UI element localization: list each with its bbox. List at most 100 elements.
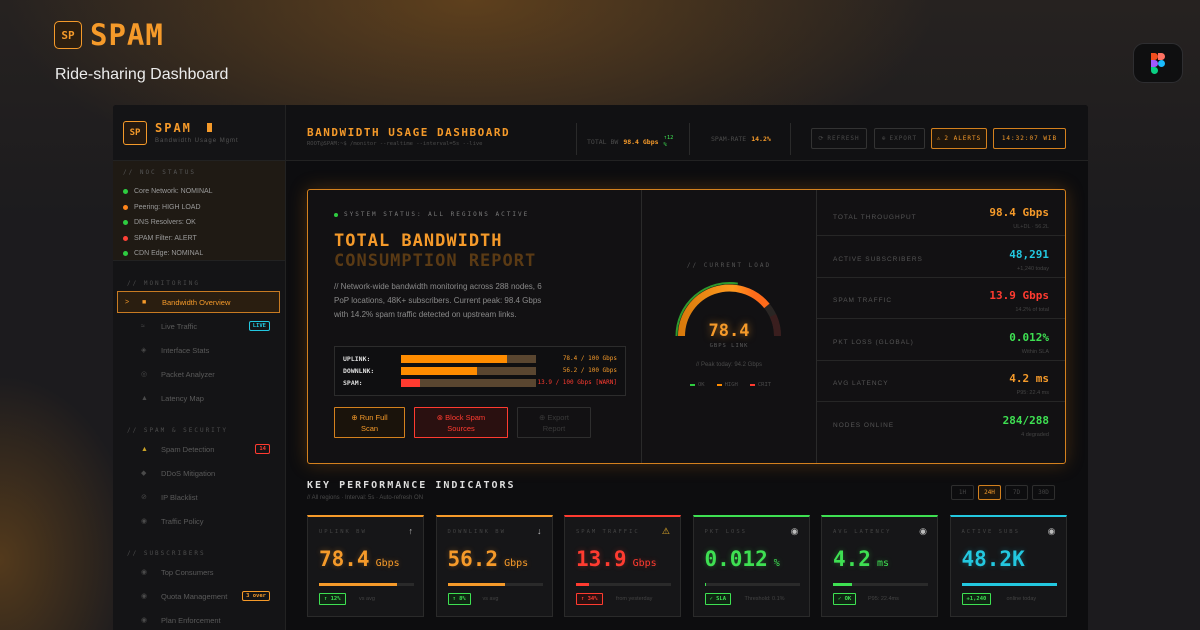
sidebar-item-ip-blacklist[interactable]: ⊘ IP Blacklist <box>117 486 280 508</box>
nav-section-subscribers: // SUBSCRIBERS <box>127 550 206 557</box>
metric-value: 13.9 Gbps <box>989 289 1049 302</box>
kpi-badge: ✓ SLA <box>704 593 732 605</box>
range-30d-button[interactable]: 30D <box>1032 485 1055 500</box>
kpi-badge: ↑ 12% <box>319 593 346 605</box>
kpi-value: 78.4 Gbps <box>319 547 400 571</box>
figma-icon[interactable] <box>1133 43 1183 83</box>
users-icon: ◉ <box>141 569 148 576</box>
metric-sub: UL+DL · 56.2L <box>1013 224 1049 230</box>
noc-item: SPAM Filter: ALERT <box>123 231 285 247</box>
sidebar-item-traffic-policy[interactable]: ◉ Traffic Policy <box>117 510 280 532</box>
metric-label: SPAM TRAFFIC <box>833 297 893 304</box>
page-title: BANDWIDTH USAGE DASHBOARD <box>307 126 511 139</box>
range-24h-button[interactable]: 24H <box>978 485 1001 500</box>
sidebar-item-bandwidth-overview[interactable]: > ■ Bandwidth Overview <box>117 291 280 313</box>
export-icon: ⊕ <box>881 135 887 142</box>
range-1h-button[interactable]: 1H <box>951 485 974 500</box>
metric-label: AVG LATENCY <box>833 380 889 387</box>
kpi-icon: ⚠ <box>661 526 670 536</box>
metric-sub: +1,240 today <box>1017 265 1049 272</box>
noc-item: Core Network: NOMINAL <box>123 184 285 200</box>
run-scan-button[interactable]: ⊕ Run Full Scan <box>334 407 405 438</box>
sidebar-item-live-traffic[interactable]: ≈ Live Traffic LIVE <box>117 315 280 337</box>
uplink-row: UPLINK: 78.4 / 100 Gbps <box>343 355 617 363</box>
bandwidth-bars: UPLINK: 78.4 / 100 Gbps DOWNLNK: 56.2 / 10… <box>334 346 626 396</box>
kpi-bar <box>576 583 671 586</box>
brand-logo: SP <box>54 21 82 49</box>
shield-icon: ◆ <box>141 470 147 477</box>
export-button[interactable]: ⊕ EXPORT <box>874 128 925 149</box>
metric-sub: P95: 22.4 ms <box>1016 390 1049 396</box>
sidebar-item-interface-stats[interactable]: ◈ Interface Stats <box>117 339 280 361</box>
sidebar-item-top-consumers[interactable]: ◉ Top Consumers <box>117 561 280 583</box>
metric-row: SPAM TRAFFIC 13.9 Gbps 14.2% of total <box>817 278 1065 319</box>
kpi-label: PKT LOSS <box>704 529 747 535</box>
metric-value: 98.4 Gbps <box>989 206 1049 219</box>
kpi-icon: ↑ <box>408 526 414 536</box>
kpi-icon: ◉ <box>1047 526 1056 536</box>
sidebar-item-plan-enforcement[interactable]: ◉ Plan Enforcement <box>117 609 280 630</box>
spam-count-badge: 14 <box>255 444 270 454</box>
kpi-bar <box>704 583 800 586</box>
grid-icon: ■ <box>142 298 147 306</box>
sidebar-item-spam-detection[interactable]: ▲ Spam Detection 14 <box>117 438 280 460</box>
kpi-badge: +1,240 <box>961 593 992 605</box>
sidebar-item-packet-analyzer[interactable]: ◎ Packet Analyzer <box>117 363 280 385</box>
dashboard-frame: SP SPAM Bandwidth Usage Mgmt // NOC STAT… <box>113 105 1088 630</box>
metric-label: NODES ONLINE <box>833 421 895 429</box>
gauge-value: 78.4 <box>708 321 750 341</box>
kpi-badge: ↑ 8% <box>447 593 471 605</box>
kpi-card: DOWNLINK BW ↓ 56.2 Gbps ↑ 8% vs avg <box>435 515 553 617</box>
kpi-note: vs avg <box>359 596 375 602</box>
sidebar-title: SPAM <box>155 121 239 135</box>
kpi-label: UPLINK BW <box>319 529 367 535</box>
kpi-card: SPAM TRAFFIC ⚠ 13.9 Gbps ↑ 34% from yesterday <box>564 515 681 617</box>
metrics-list: TOTAL THROUGHPUT 98.4 Gbps UL+DL · 56.2L AC… <box>817 190 1065 463</box>
brand-tagline: Ride-sharing Dashboard <box>55 66 229 83</box>
metric-label: TOTAL THROUGHPUT <box>833 214 917 221</box>
kpi-card: UPLINK BW ↑ 78.4 Gbps ↑ 12% vs avg <box>307 515 424 617</box>
downlink-row: DOWNLNK: 56.2 / 100 Gbps <box>343 367 617 375</box>
kpi-label: DOWNLINK BW <box>447 529 506 535</box>
block-spam-button[interactable]: ⊗ Block Spam Sources <box>414 407 508 438</box>
noc-item: DNS Resolvers: OK <box>123 215 285 231</box>
sidebar: SP SPAM Bandwidth Usage Mgmt // NOC STAT… <box>113 105 286 630</box>
spam-row: SPAM: 13.9 / 100 Gbps [WARN] <box>343 379 617 387</box>
metric-sub: 14.2% of total <box>1015 307 1049 313</box>
kpi-badge: ✓ OK <box>833 593 857 605</box>
kpi-value: 4.2 ms <box>833 547 889 571</box>
kpi-label: SPAM TRAFFIC <box>576 529 640 535</box>
gauge-peak: // Peak today: 94.2 Gbps <box>695 362 763 368</box>
kpi-value: 0.012% <box>704 547 780 571</box>
map-icon: ▲ <box>141 394 148 402</box>
kpi-subtitle: // All regions · Interval: 5s · Auto-ref… <box>307 495 424 501</box>
metric-value: 0.012% <box>1009 330 1049 344</box>
main-panel: BANDWIDTH USAGE DASHBOARD ROOT@SPAM:~$ /… <box>286 105 1088 630</box>
refresh-button[interactable]: ⟳ REFRESH <box>811 128 867 149</box>
metric-row: ACTIVE SUBSCRIBERS 48,291 +1,240 today <box>817 237 1065 278</box>
kpi-bar <box>447 583 543 586</box>
wave-icon: ≈ <box>141 322 145 330</box>
metric-value: 4.2 ms <box>1009 372 1049 385</box>
metric-label: ACTIVE SUBSCRIBERS <box>833 255 923 263</box>
system-status: SYSTEM STATUS: ALL REGIONS ACTIVE <box>334 211 529 218</box>
live-badge: LIVE <box>248 321 270 331</box>
sidebar-item-quota-management[interactable]: ◉ Quota Management 3 over <box>117 585 280 607</box>
alerts-button[interactable]: ⚠ 2 ALERTS <box>931 128 987 149</box>
kpi-note: Threshold: 0.1% <box>744 596 785 602</box>
export-report-button[interactable]: ⊕ Export Report <box>517 407 591 438</box>
kpi-value: 13.9 Gbps <box>576 547 657 571</box>
noc-item: CDN Edge: NOMINAL <box>123 246 285 262</box>
kpi-note: from yesterday <box>616 596 653 602</box>
current-load-panel: // CURRENT LOAD 78.4 GBPS LINK // Peak t… <box>642 190 817 463</box>
gauge-label: // CURRENT LOAD <box>686 262 772 269</box>
sidebar-subtitle: Bandwidth Usage Mgmt <box>155 138 239 144</box>
range-7d-button[interactable]: 7D <box>1005 485 1028 500</box>
brand-name: SPAM <box>90 18 164 52</box>
total-bw-stat: TOTAL BW 98.4 Gbps ↑12 % <box>587 135 674 148</box>
sidebar-item-ddos-mitigation[interactable]: ◆ DDoS Mitigation <box>117 462 280 484</box>
kpi-note: vs avg <box>482 596 499 602</box>
clock-display: 14:32:07 WIB <box>993 128 1066 149</box>
plan-icon: ◉ <box>141 617 148 624</box>
sidebar-item-latency-map[interactable]: ▲ Latency Map <box>117 387 280 409</box>
